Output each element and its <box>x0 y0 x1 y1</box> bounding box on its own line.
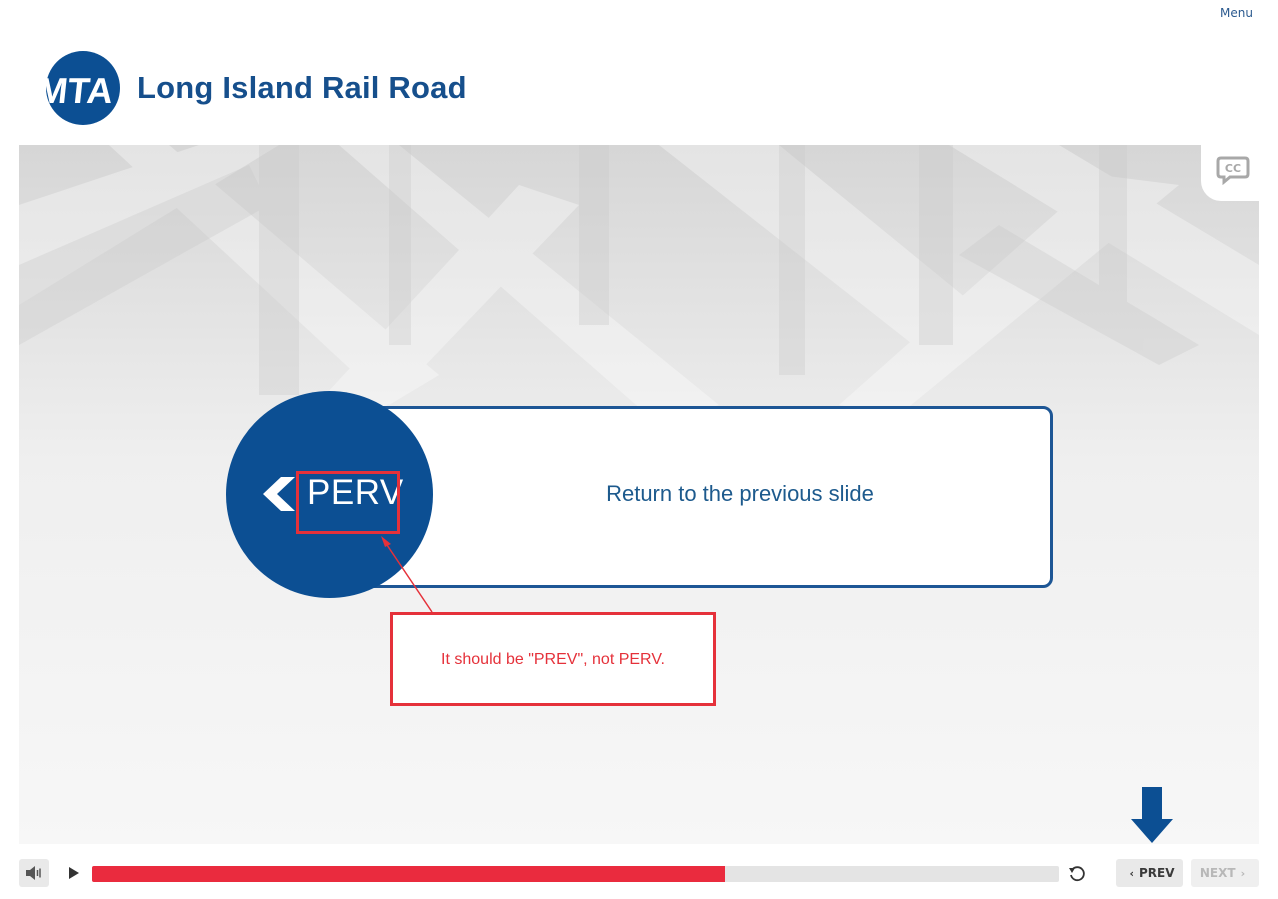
chevron-right-icon: › <box>1240 866 1246 880</box>
info-description: Return to the previous slide <box>606 481 874 506</box>
volume-icon <box>26 866 41 880</box>
arrow-down-icon <box>1131 787 1173 843</box>
chevron-left-icon: ‹ <box>1129 866 1134 880</box>
play-button[interactable] <box>64 864 82 882</box>
svg-text:CC: CC <box>1225 162 1241 175</box>
replay-button[interactable] <box>1067 864 1087 884</box>
next-button-label: NEXT <box>1199 866 1236 880</box>
slide-stage: CC Return to the previous slide PERV It … <box>19 145 1259 844</box>
prev-button-label: PREV <box>1139 866 1175 880</box>
seek-bar[interactable] <box>92 866 1059 882</box>
play-icon <box>69 867 79 879</box>
callout-text: It should be "PREV", not PERV. <box>441 651 665 668</box>
seek-bar-progress <box>92 866 726 882</box>
callout-box: It should be "PREV", not PERV. <box>390 612 716 706</box>
next-button[interactable]: NEXT › <box>1191 859 1259 887</box>
chevron-left-icon <box>263 477 295 511</box>
mta-logo: MTA <box>46 51 120 125</box>
closed-captions-button[interactable]: CC <box>1201 145 1259 201</box>
menu-link[interactable]: Menu <box>1220 6 1253 20</box>
replay-icon <box>1069 866 1085 882</box>
volume-button[interactable] <box>19 859 49 887</box>
mta-logo-text: MTA <box>46 70 115 111</box>
prev-button[interactable]: ‹ PREV <box>1116 859 1183 887</box>
error-highlight-box <box>296 471 400 534</box>
closed-captions-icon: CC <box>1216 156 1250 185</box>
app-title: Long Island Rail Road <box>137 70 467 105</box>
